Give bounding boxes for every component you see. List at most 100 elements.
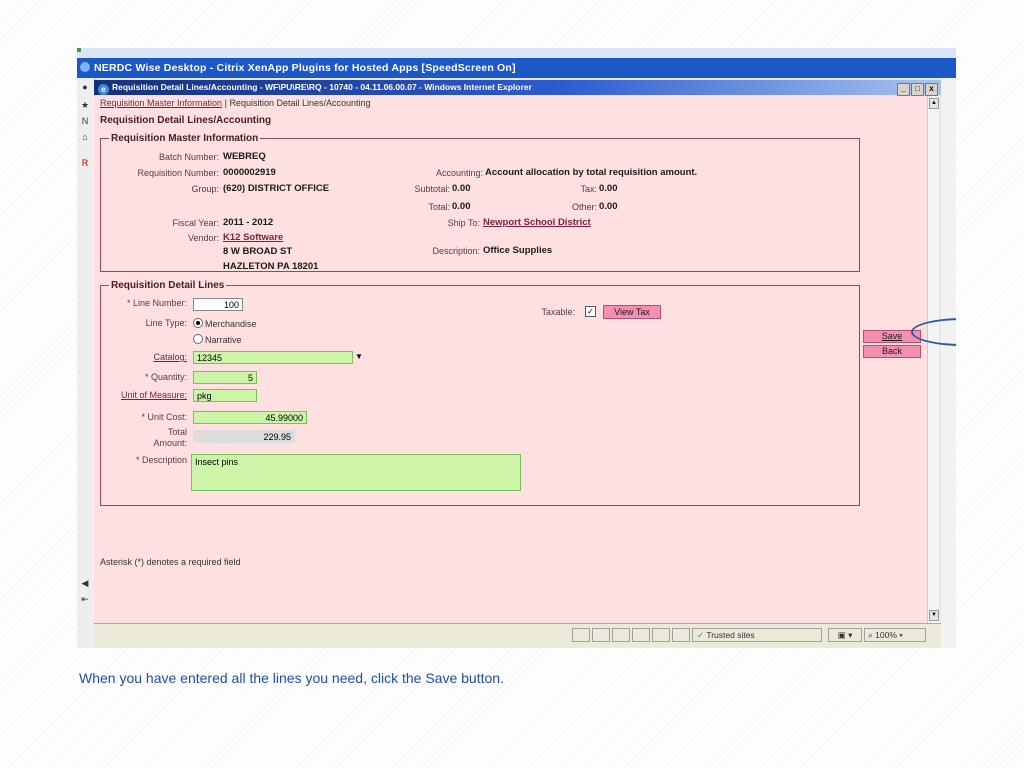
caption-text-before: When you have entered all the lines you …	[79, 670, 422, 686]
end-arrow-icon[interactable]: ⇤	[80, 594, 90, 605]
radio-empty-icon	[193, 334, 203, 344]
accounting-label: Accounting:	[435, 168, 483, 178]
catalog-input[interactable]: 12345	[193, 351, 353, 364]
breadcrumb-master-link[interactable]: Requisition Master Information	[100, 98, 222, 108]
minimize-icon[interactable]: _	[897, 83, 910, 96]
zoom-level: 100%	[875, 630, 897, 640]
vendor-link[interactable]: K12 Software	[223, 232, 283, 243]
top-strip	[77, 48, 956, 58]
group-label: Group:	[191, 184, 219, 194]
left-rail: ● ★ N ⌂ R ◀ ⇤	[77, 78, 95, 648]
master-info-fieldset: Requisition Master Information Batch Num…	[100, 133, 860, 272]
zoom-icon: ⌕	[868, 630, 873, 640]
total-amount-label-1: Total	[167, 427, 187, 437]
nav-icon[interactable]: N	[80, 116, 90, 127]
back-button[interactable]: Back	[863, 345, 921, 358]
fiscal-label: Fiscal Year:	[172, 218, 219, 228]
citrix-title-bar: NERDC Wise Desktop - Citrix XenApp Plugi…	[77, 58, 956, 78]
quantity-input[interactable]: 5	[193, 371, 257, 384]
total-value: 0.00	[452, 201, 471, 212]
fiscal-value: 2011 - 2012	[223, 217, 274, 228]
citrix-icon	[80, 62, 90, 72]
unit-cost-input[interactable]: 45.99000	[193, 411, 307, 424]
save-label: Save	[881, 331, 903, 341]
home-icon[interactable]: ⌂	[80, 132, 90, 143]
line-number-input[interactable]: 100	[193, 298, 243, 311]
save-button[interactable]: Save	[863, 330, 921, 343]
detail-legend: Requisition Detail Lines	[111, 280, 225, 291]
shipto-link[interactable]: Newport School District	[483, 217, 591, 228]
unit-cost-label: * Unit Cost:	[141, 412, 187, 422]
group-value: (620) DISTRICT OFFICE	[223, 183, 330, 194]
description-textarea[interactable]: Insect pins	[191, 454, 521, 491]
vendor-address-1: 8 W BROAD ST	[223, 246, 293, 257]
subtotal-value: 0.00	[452, 183, 471, 194]
status-cell	[572, 628, 590, 642]
scroll-up-icon[interactable]: ▲	[929, 98, 939, 109]
batch-label: Batch Number:	[158, 152, 219, 162]
citrix-title: NERDC Wise Desktop - Citrix XenApp Plugi…	[94, 62, 516, 74]
zoom-control[interactable]: ⌕ 100% ▾	[864, 628, 926, 642]
description-label: Description:	[432, 246, 480, 256]
description-value: Office Supplies	[483, 245, 553, 256]
protected-mode-dropdown[interactable]: ▣ ▾	[828, 628, 862, 642]
trusted-sites-zone: ✓ Trusted sites	[692, 628, 822, 642]
line-number-label: * Line Number:	[126, 298, 187, 308]
r-icon[interactable]: R	[80, 158, 90, 169]
quantity-label: * Quantity:	[144, 372, 187, 382]
total-amount-value: 229.95	[193, 430, 295, 443]
accounting-value: Account allocation by total requisition …	[485, 167, 698, 178]
line-type-label: Line Type:	[145, 318, 187, 328]
narrative-label: Narrative	[205, 335, 242, 345]
instruction-caption: When you have entered all the lines you …	[79, 670, 504, 686]
uom-label-link[interactable]: Unit of Measure:	[101, 390, 187, 400]
uom-input[interactable]: pkg	[193, 389, 257, 402]
scroll-left-icon[interactable]: ◀	[80, 578, 90, 589]
page-content: Requisition Master Information | Requisi…	[94, 96, 939, 623]
tax-label: Tax:	[580, 184, 597, 194]
status-cell	[632, 628, 650, 642]
status-cell	[672, 628, 690, 642]
favorites-star-icon[interactable]: ★	[80, 100, 90, 111]
view-tax-button[interactable]: View Tax	[603, 305, 661, 319]
total-label: Total:	[428, 202, 450, 212]
breadcrumb-separator: |	[224, 98, 227, 108]
batch-value: WEBREQ	[223, 151, 266, 162]
reqnum-value: 0000002919	[223, 167, 276, 178]
taxable-checkbox[interactable]: ✓	[585, 306, 596, 317]
caption-save-word: Save	[425, 670, 458, 686]
tax-value: 0.00	[599, 183, 618, 194]
description-field-label: * Description	[135, 455, 187, 465]
shipto-label: Ship To:	[447, 218, 480, 228]
status-cell	[652, 628, 670, 642]
merchandise-label: Merchandise	[205, 319, 257, 329]
status-cell	[592, 628, 610, 642]
ie-logo-icon: e	[98, 84, 109, 95]
scroll-down-icon[interactable]: ▼	[929, 610, 939, 621]
taxable-label: Taxable:	[541, 307, 575, 317]
dropdown-arrow-icon[interactable]: ▼	[355, 352, 363, 361]
narrative-radio[interactable]: Narrative	[193, 334, 242, 345]
vendor-address-2: HAZLETON PA 18201	[223, 261, 319, 272]
right-rail	[941, 78, 956, 648]
status-cell	[612, 628, 630, 642]
ie-icon: ●	[82, 82, 88, 92]
catalog-label-link[interactable]: Catalog:	[101, 352, 187, 362]
master-legend: Requisition Master Information	[111, 133, 259, 144]
page-title: Requisition Detail Lines/Accounting	[100, 115, 272, 126]
detail-lines-fieldset: Requisition Detail Lines * Line Number: …	[100, 280, 860, 506]
checkmark-icon: ✓	[697, 630, 705, 640]
lock-icon: ▣	[837, 630, 846, 640]
breadcrumb: Requisition Master Information | Requisi…	[100, 98, 371, 108]
other-value: 0.00	[599, 201, 618, 212]
total-amount-label-2: Amount:	[153, 438, 187, 448]
screenshot-frame: NERDC Wise Desktop - Citrix XenApp Plugi…	[77, 48, 956, 648]
vertical-scrollbar[interactable]: ▲ ▼	[927, 96, 939, 623]
vendor-label: Vendor:	[187, 233, 219, 243]
merchandise-radio[interactable]: Merchandise	[193, 318, 257, 329]
close-icon[interactable]: x	[925, 83, 938, 96]
required-footnote: Asterisk (*) denotes a required field	[100, 557, 241, 567]
maximize-icon[interactable]: □	[911, 83, 924, 96]
reqnum-label: Requisition Number:	[137, 168, 219, 178]
ie-title: Requisition Detail Lines/Accounting - WF…	[112, 82, 532, 92]
